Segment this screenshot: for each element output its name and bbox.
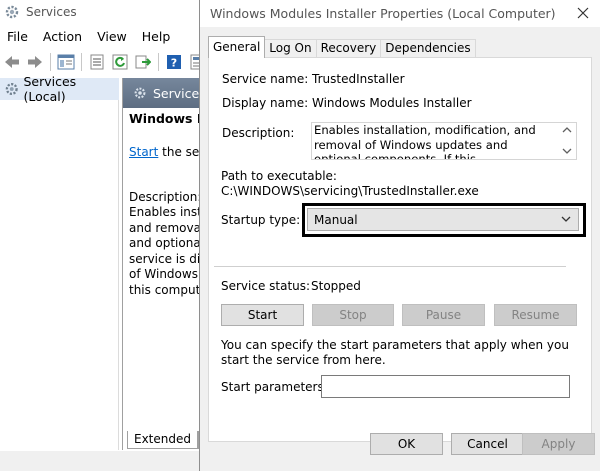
menu-bar: File Action View Help — [0, 26, 178, 48]
help-icon[interactable]: ? — [164, 52, 184, 72]
path-label: Path to executable: — [221, 169, 337, 183]
menu-file[interactable]: File — [0, 26, 36, 48]
detail-description-line: and removal c — [129, 220, 201, 235]
export-icon[interactable] — [133, 52, 153, 72]
description-box[interactable]: Enables installation, modification, and … — [311, 122, 577, 160]
ok-button[interactable]: OK — [370, 433, 443, 455]
toolbar-separator — [50, 53, 51, 71]
service-name-label: Service name: — [222, 72, 309, 86]
scroll-down-icon[interactable] — [562, 148, 572, 155]
dialog-titlebar: Windows Modules Installer Properties (Lo… — [200, 0, 600, 27]
service-name-value: TrustedInstaller — [312, 72, 405, 86]
display-name-label: Display name: — [222, 96, 309, 110]
start-button[interactable]: Start — [221, 304, 304, 326]
separator — [214, 266, 566, 267]
pause-button[interactable]: Pause — [402, 304, 485, 326]
detail-description: Enables instal and removal c and optiona… — [129, 205, 201, 298]
chevron-down-icon — [561, 216, 571, 222]
resume-button[interactable]: Resume — [494, 304, 577, 326]
services-title: Services — [26, 5, 77, 19]
detail-description-label: Description: — [129, 190, 202, 204]
stop-button[interactable]: Stop — [312, 304, 394, 326]
svg-text:?: ? — [171, 57, 177, 70]
services-header-gear-icon — [134, 87, 146, 99]
service-status-value: Stopped — [311, 279, 361, 293]
console-tree: Services (Local) — [0, 74, 119, 450]
services-titlebar: Services — [0, 0, 210, 24]
console-tree-icon[interactable] — [56, 52, 76, 72]
tab-extended[interactable]: Extended — [127, 431, 198, 449]
back-arrow-icon[interactable] — [2, 52, 22, 72]
startup-type-label: Startup type: — [221, 213, 301, 227]
description-text: Enables installation, modification, and … — [314, 123, 536, 159]
path-value: C:\WINDOWS\servicing\TrustedInstaller.ex… — [221, 184, 479, 198]
gear-icon — [5, 5, 19, 19]
menu-help[interactable]: Help — [135, 26, 179, 48]
tree-item-services-local[interactable]: Services (Local) — [0, 74, 119, 104]
services-gear-icon — [5, 83, 18, 95]
tab-general[interactable]: General — [208, 36, 266, 58]
forward-arrow-icon[interactable] — [25, 52, 45, 72]
list-icon[interactable] — [87, 52, 107, 72]
menu-view[interactable]: View — [90, 26, 135, 48]
detail-description-line: Enables instal — [129, 205, 201, 219]
tree-item-label: Services (Local) — [23, 74, 77, 104]
apply-button[interactable]: Apply — [522, 433, 595, 455]
toolbar: ? — [0, 50, 210, 74]
tab-log-on[interactable]: Log On — [264, 39, 317, 58]
tab-dependencies[interactable]: Dependencies — [380, 39, 476, 58]
tab-recovery[interactable]: Recovery — [315, 39, 382, 58]
dialog-tabs: General Log On Recovery Dependencies — [208, 36, 476, 58]
service-status-label: Service status: — [221, 279, 311, 293]
close-icon[interactable] — [574, 4, 592, 22]
detail-description-line: this compute — [129, 282, 201, 297]
toolbar-separator — [158, 53, 159, 71]
detail-description-line: of Windows u — [129, 267, 201, 281]
status-bar — [0, 451, 210, 471]
dialog-body: General Log On Recovery Dependencies Ser… — [200, 27, 600, 471]
startup-type-dropdown[interactable]: Manual — [307, 208, 579, 231]
refresh-icon[interactable] — [110, 52, 130, 72]
start-params-label: Start parameters: — [221, 380, 328, 394]
detail-description-line: service is disa — [129, 251, 201, 266]
cancel-button[interactable]: Cancel — [451, 433, 524, 455]
properties-dialog: Windows Modules Installer Properties (Lo… — [199, 0, 600, 471]
dialog-title: Windows Modules Installer Properties (Lo… — [210, 6, 556, 21]
scroll-up-icon[interactable] — [562, 126, 572, 133]
toolbar-separator — [81, 53, 82, 71]
description-scrollbar[interactable] — [559, 123, 576, 159]
description-label: Description: — [222, 126, 295, 140]
detail-header-label: Services — [153, 85, 206, 101]
start-params-input[interactable] — [321, 375, 570, 398]
detail-description-line: and optional — [129, 236, 201, 250]
start-params-hint: You can specify the start parameters tha… — [221, 338, 569, 367]
startup-type-value: Manual — [314, 212, 358, 227]
menu-action[interactable]: Action — [36, 26, 90, 48]
display-name-value: Windows Modules Installer — [312, 96, 472, 110]
start-service-link[interactable]: Start — [129, 145, 158, 159]
